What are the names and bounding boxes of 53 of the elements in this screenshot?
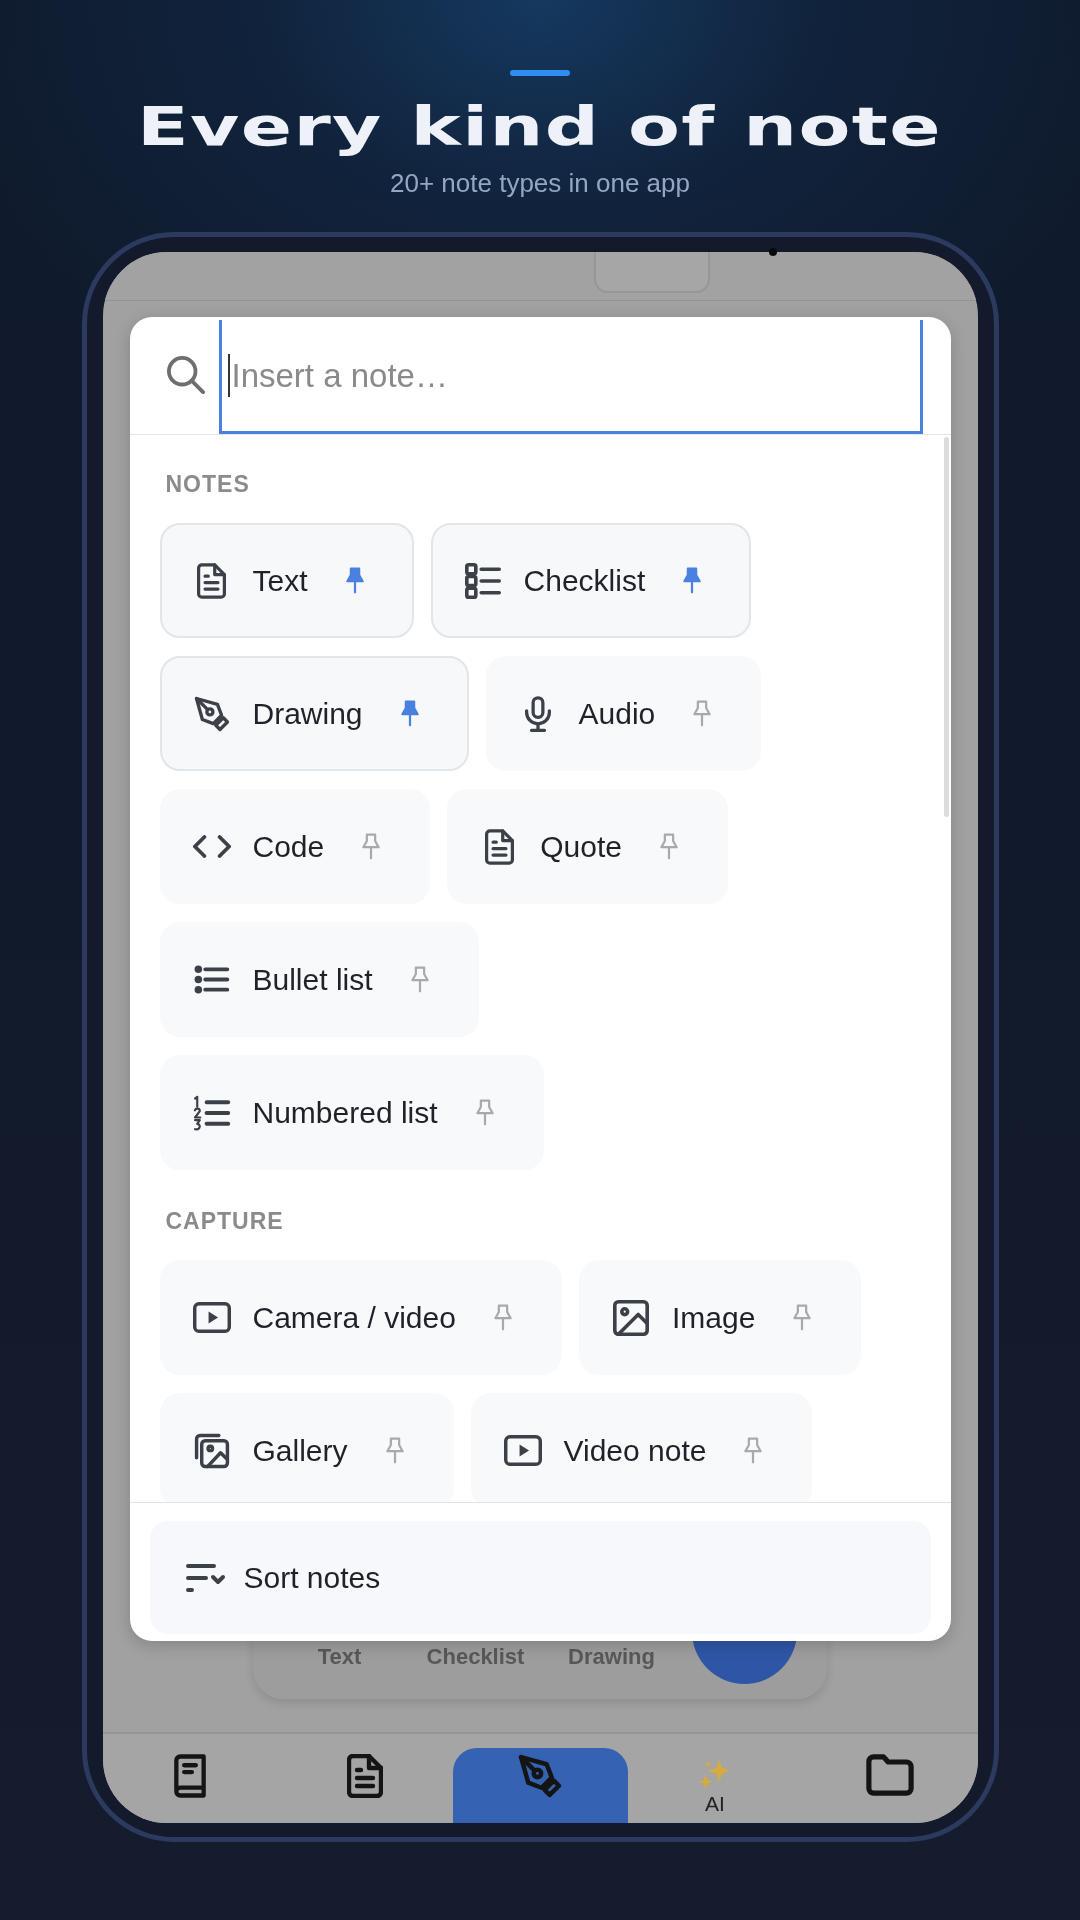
note-type-button[interactable]: Checklist bbox=[430, 523, 752, 638]
note-type-button[interactable]: Image bbox=[578, 1260, 862, 1375]
note-type-button[interactable]: Audio bbox=[485, 656, 762, 771]
video-play-icon bbox=[503, 1434, 542, 1467]
video-play-icon bbox=[192, 1301, 231, 1334]
sparkles-icon bbox=[698, 1758, 732, 1792]
pin-icon[interactable] bbox=[475, 1099, 494, 1126]
gallery-icon bbox=[193, 1432, 230, 1469]
note-type-button[interactable]: Code bbox=[159, 789, 431, 904]
pin-icon[interactable] bbox=[659, 833, 678, 860]
pin-icon[interactable] bbox=[362, 833, 381, 860]
note-type-button[interactable]: Text bbox=[159, 523, 414, 638]
headline: Every kind of note bbox=[137, 98, 943, 156]
book-icon bbox=[174, 1754, 206, 1798]
section-label: NOTES bbox=[165, 470, 251, 499]
checklist-icon bbox=[464, 562, 501, 599]
pen-nib-icon bbox=[193, 695, 230, 732]
note-type-button[interactable]: Quote bbox=[447, 789, 728, 904]
note-type-button[interactable]: Video note bbox=[470, 1393, 813, 1502]
pin-icon[interactable] bbox=[693, 700, 712, 727]
text-cursor bbox=[227, 354, 230, 397]
section-label: CAPTURE bbox=[165, 1207, 285, 1236]
pin-icon[interactable] bbox=[493, 1304, 512, 1331]
pin-icon[interactable] bbox=[683, 567, 702, 594]
sort-notes-button[interactable]: Sort notes bbox=[149, 1521, 931, 1634]
pin-icon[interactable] bbox=[744, 1437, 763, 1464]
note-type-button[interactable]: Numbered list bbox=[159, 1055, 544, 1170]
nav-tab[interactable] bbox=[452, 1748, 628, 1823]
nav-tab[interactable]: AI bbox=[698, 1748, 732, 1815]
search-field[interactable]: Insert a note… bbox=[218, 320, 923, 434]
microphone-icon bbox=[524, 695, 551, 732]
subheadline: 20+ note types in one app bbox=[390, 168, 690, 198]
document-icon bbox=[484, 828, 514, 865]
note-type-button[interactable]: Gallery bbox=[159, 1393, 454, 1502]
sort-icon bbox=[185, 1563, 226, 1592]
pen-nib-icon bbox=[518, 1754, 562, 1798]
search-icon bbox=[166, 356, 205, 394]
document-icon bbox=[197, 562, 226, 599]
document-icon bbox=[347, 1754, 383, 1798]
code-icon bbox=[192, 835, 231, 858]
image-icon bbox=[612, 1299, 649, 1336]
pin-icon[interactable] bbox=[400, 700, 419, 727]
accent-bar bbox=[510, 70, 570, 76]
note-type-button[interactable]: Bullet list bbox=[159, 922, 479, 1037]
numbered-list-icon bbox=[192, 1094, 231, 1131]
pin-icon[interactable] bbox=[385, 1437, 404, 1464]
pin-icon[interactable] bbox=[793, 1304, 812, 1331]
folder-icon bbox=[866, 1754, 914, 1796]
pin-icon[interactable] bbox=[345, 567, 364, 594]
pin-icon[interactable] bbox=[410, 966, 429, 993]
bullet-list-icon bbox=[193, 965, 230, 994]
note-type-button[interactable]: Drawing bbox=[159, 656, 469, 771]
note-type-button[interactable]: Camera / video bbox=[159, 1260, 562, 1375]
